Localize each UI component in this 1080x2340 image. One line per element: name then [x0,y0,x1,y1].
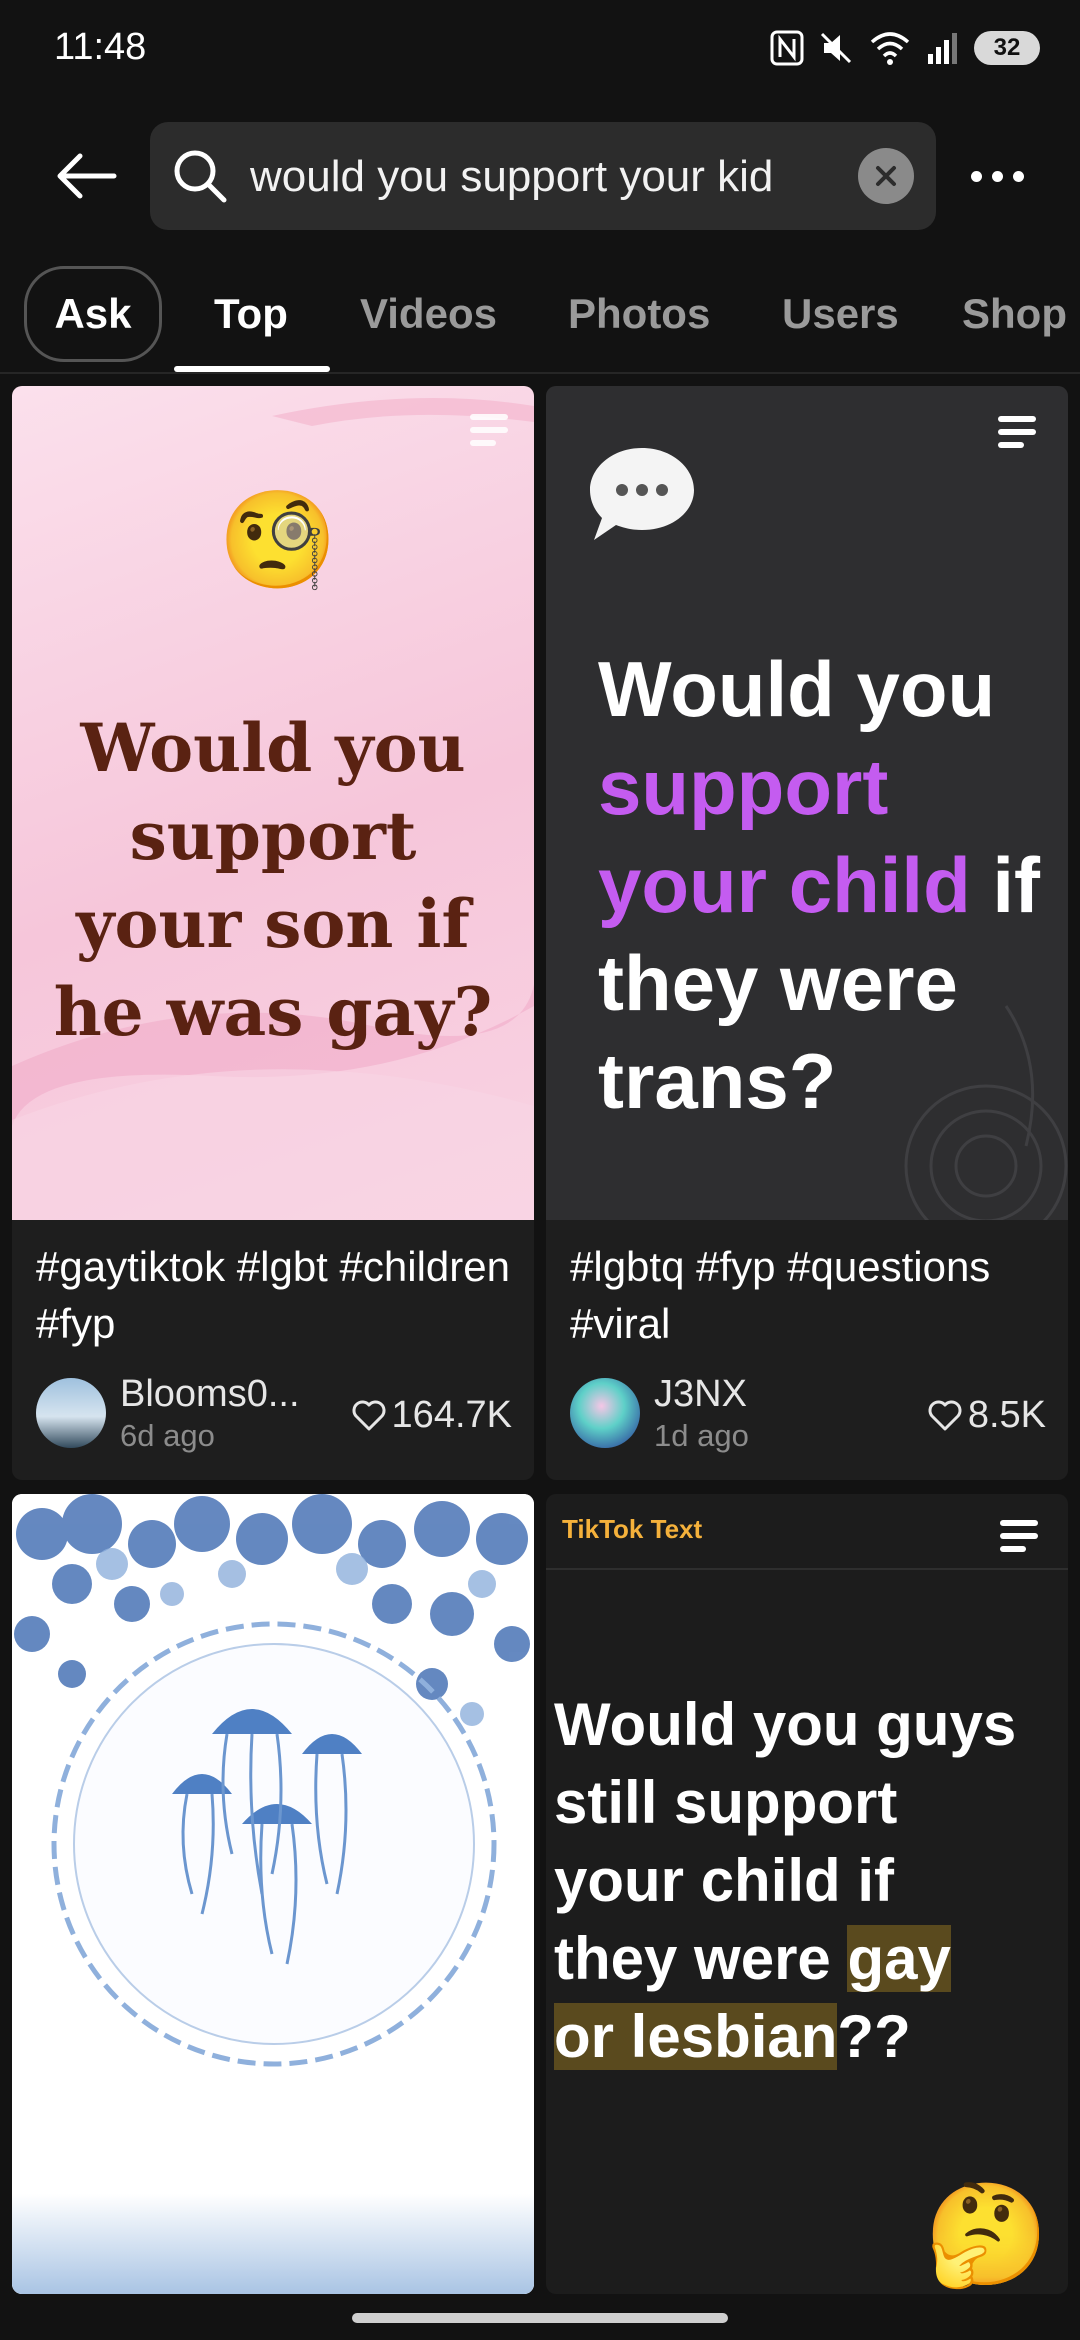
result-card-2[interactable]: Would you support your child if they wer… [546,386,1068,1480]
more-icon [970,170,982,182]
video-thumbnail[interactable]: Would you support your child if they wer… [546,386,1068,1220]
active-tab-indicator [174,366,330,372]
like-count: 8.5K [928,1394,1046,1437]
thumbnail-text: Would you support your child if they wer… [598,645,1041,1125]
thumbnail-text: Would you guys still support your child … [554,1691,1017,2070]
home-indicator[interactable] [352,2313,728,2323]
tab-shop[interactable]: Shop [962,290,1067,338]
author-row[interactable]: Blooms0... 6d ago [36,1373,300,1453]
jellyfish-thumbnail[interactable] [12,1494,534,2294]
wifi-icon [870,32,910,65]
divider [546,1568,1068,1570]
clear-icon [876,166,896,186]
author-name[interactable]: Blooms0... [120,1373,300,1416]
carousel-icon [1000,1520,1038,1559]
search-tabs: Ask Top Videos Photos Users Shop [0,262,1080,374]
video-description[interactable]: #lgbtq #fyp #questions #viral [570,1238,1060,1352]
result-card-3[interactable] [12,1494,534,2294]
status-icons: 32 [770,26,1040,70]
status-bar: 11:48 32 [0,0,1080,100]
author-row[interactable]: J3NX 1d ago [570,1373,749,1453]
signal-icon [928,33,957,64]
post-age: 6d ago [120,1417,215,1453]
battery-icon: 32 [974,31,1040,65]
avatar[interactable] [36,1378,106,1448]
back-arrow-icon [57,153,117,199]
tab-ask[interactable]: Ask [24,266,162,362]
heart-icon [928,1400,962,1430]
search-icon [174,150,227,203]
search-input[interactable]: would you support your kid [250,152,850,202]
like-count: 164.7K [352,1394,512,1437]
author-name[interactable]: J3NX [654,1373,749,1416]
nfc-icon [770,30,804,66]
mute-icon [820,32,852,64]
avatar[interactable] [570,1378,640,1448]
tab-users[interactable]: Users [782,290,899,338]
video-description[interactable]: #gaytiktok #lgbt #children #fyp [36,1238,526,1352]
search-bar[interactable]: would you support your kid [150,122,936,230]
tab-videos[interactable]: Videos [360,290,497,338]
heart-icon [352,1400,386,1430]
tiktok-text-label: TikTok Text [562,1514,703,1544]
speech-bubble-icon [590,448,694,540]
clear-search-button[interactable] [858,148,914,204]
post-age: 1d ago [654,1417,749,1453]
back-button[interactable] [46,140,126,212]
carousel-icon [470,414,508,453]
tab-photos[interactable]: Photos [568,290,710,338]
carousel-icon [998,416,1036,455]
result-card-4[interactable]: TikTok Text Would you guys still support… [546,1494,1068,2294]
more-button[interactable] [958,140,1036,212]
video-thumbnail[interactable]: 🧐 Would you support your son if he was g… [12,386,534,1220]
tab-top[interactable]: Top [214,290,288,338]
thumbnail-text: Would you support your son if he was gay… [53,709,493,1051]
status-time: 11:48 [54,26,147,68]
emoji-thinking: 🤔 [924,2179,1049,2291]
result-card-1[interactable]: 🧐 Would you support your son if he was g… [12,386,534,1480]
emoji-monocle: 🧐 [218,487,338,594]
